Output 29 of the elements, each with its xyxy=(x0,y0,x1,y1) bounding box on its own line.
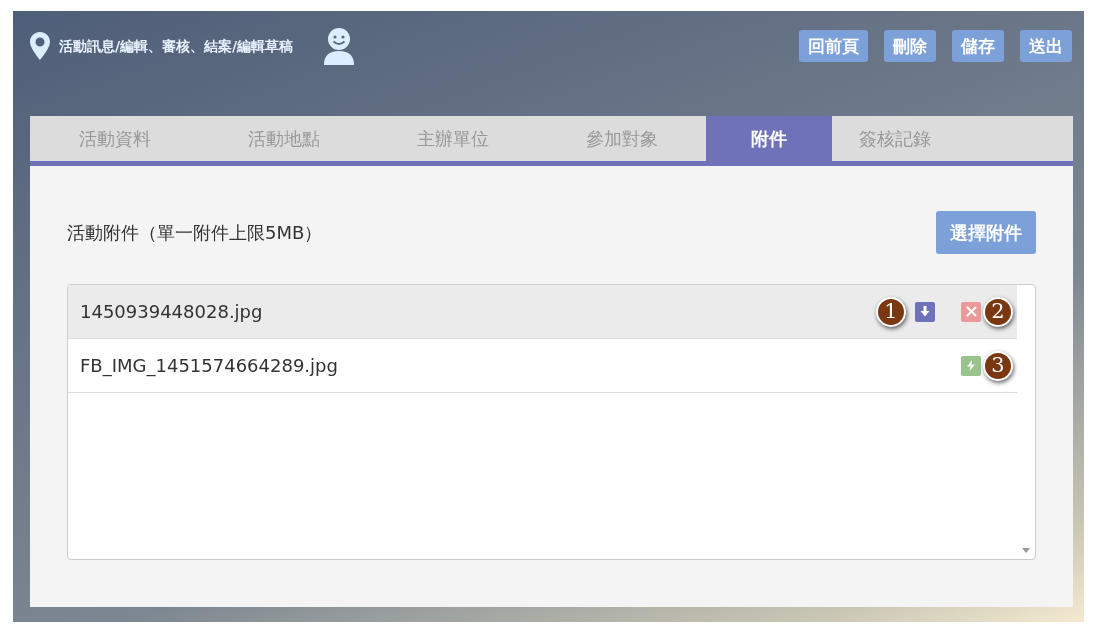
page-title: 活動訊息/編輯、審核、結案/編輯草稿 xyxy=(59,36,294,56)
scroll-down-icon[interactable] xyxy=(1022,548,1030,553)
tab[interactable]: 活動資料 xyxy=(30,116,199,161)
tab[interactable]: 活動地點 xyxy=(199,116,368,161)
callout-number: 2 xyxy=(983,296,1013,327)
download-icon xyxy=(920,306,930,317)
tab[interactable]: 參加對象 xyxy=(537,116,706,161)
download-button[interactable] xyxy=(915,301,935,322)
callout-number: 1 xyxy=(876,296,906,327)
header-button[interactable]: 回前頁 xyxy=(799,29,868,63)
header-button[interactable]: 儲存 xyxy=(952,29,1004,63)
delete-button[interactable] xyxy=(961,301,981,322)
location-pin-icon xyxy=(29,31,51,61)
choose-attachment-button[interactable]: 選擇附件 xyxy=(936,211,1036,254)
attachment-row[interactable]: FB_IMG_1451574664289.jpg 3 xyxy=(68,339,1017,393)
file-name: FB_IMG_1451574664289.jpg xyxy=(80,354,338,379)
smiley-person-icon xyxy=(323,27,356,65)
callout-number: 3 xyxy=(983,350,1013,381)
lightning-icon xyxy=(967,360,975,371)
attachment-row[interactable]: 1450939448028.jpg 1 2 xyxy=(68,285,1017,339)
header-button[interactable]: 刪除 xyxy=(884,29,936,63)
close-icon xyxy=(965,306,977,317)
tab[interactable]: 簽核記錄 xyxy=(832,116,958,161)
tab[interactable]: 主辦單位 xyxy=(368,116,537,161)
attachments-heading: 活動附件（單一附件上限5MB） xyxy=(67,221,323,245)
header-button[interactable]: 送出 xyxy=(1020,29,1072,63)
lightning-button[interactable] xyxy=(961,355,981,376)
file-name: 1450939448028.jpg xyxy=(80,300,263,324)
tab[interactable]: 附件 xyxy=(706,116,832,161)
